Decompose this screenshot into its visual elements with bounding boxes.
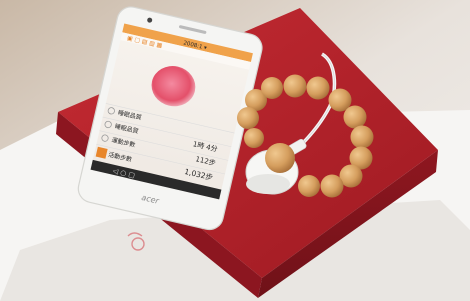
bead	[343, 105, 367, 129]
bead-large-center	[265, 143, 295, 173]
bead	[350, 125, 374, 149]
bead	[298, 175, 320, 197]
photo-scene: 2008:1 ▾ ▣ ▢ ▤ ▥ ▦ 睡眠品質 睡眠品質 1時 4分 運動步數 …	[0, 0, 470, 301]
bead	[306, 76, 330, 100]
bead	[283, 74, 307, 98]
bead	[237, 107, 259, 129]
bead	[320, 174, 344, 198]
bead	[244, 128, 264, 148]
bead	[261, 77, 283, 99]
